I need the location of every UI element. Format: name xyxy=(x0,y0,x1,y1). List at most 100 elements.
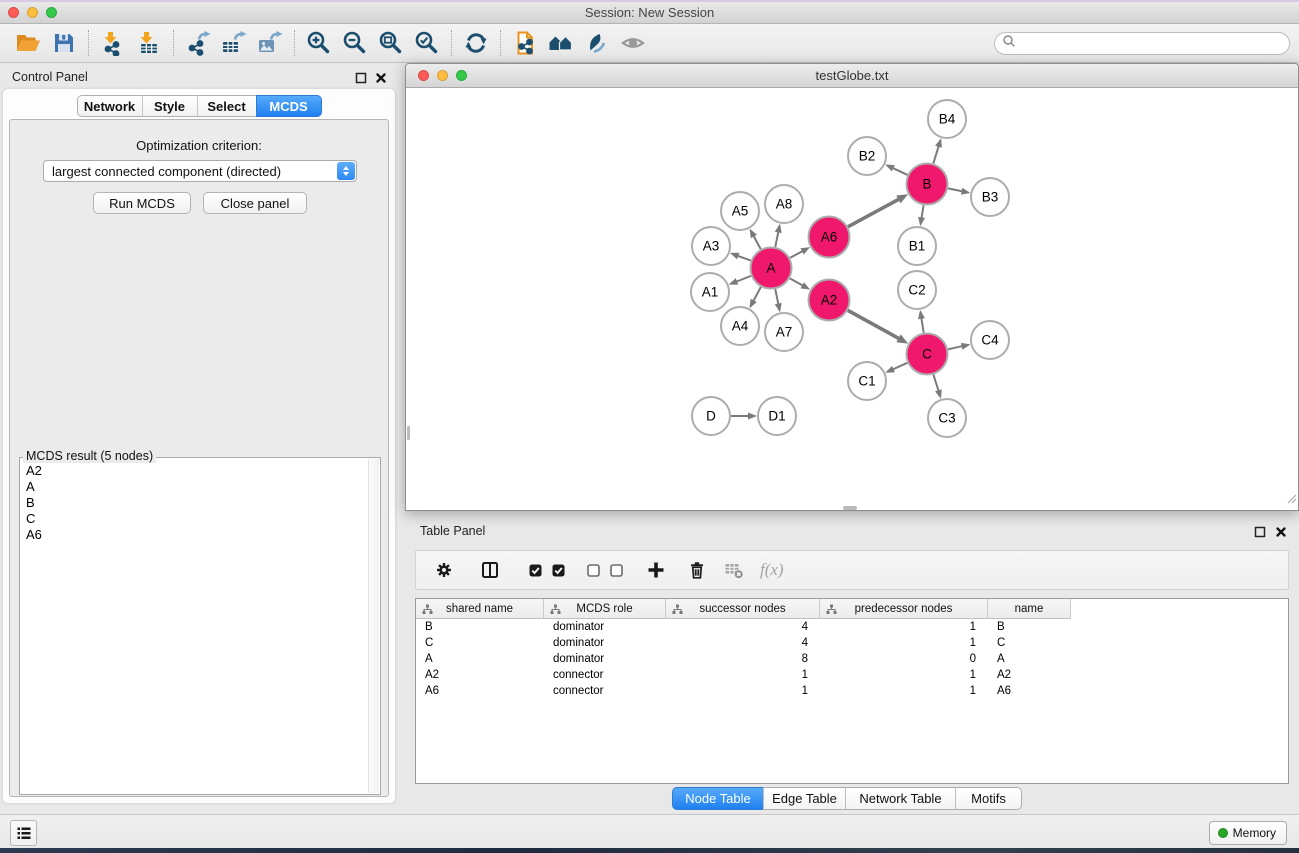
graph-edge-C-C1[interactable] xyxy=(893,363,908,370)
float-panel-icon[interactable] xyxy=(355,71,368,84)
graph-edge-A6-B[interactable] xyxy=(848,199,899,227)
eye-icon[interactable] xyxy=(615,28,651,58)
search-input[interactable] xyxy=(1020,37,1289,51)
graph-edge-B-B2[interactable] xyxy=(892,168,907,175)
check-on-icon[interactable] xyxy=(549,560,569,580)
table-row[interactable]: A2connector11A2 xyxy=(416,667,1288,683)
export-image-icon[interactable] xyxy=(252,28,288,58)
graph-edge-A2-C[interactable] xyxy=(848,310,900,338)
column-header-name[interactable]: name xyxy=(988,599,1071,619)
graph-node-A5[interactable]: A5 xyxy=(721,192,759,230)
graph-node-D1[interactable]: D1 xyxy=(758,397,796,435)
graph-edge-B-B3[interactable] xyxy=(948,188,963,191)
delete-icon[interactable] xyxy=(687,560,707,580)
export-network-icon[interactable] xyxy=(180,28,216,58)
run-mcds-button[interactable]: Run MCDS xyxy=(93,192,191,214)
columns-icon[interactable] xyxy=(480,560,500,580)
open-session-icon[interactable] xyxy=(10,28,46,58)
mcds-result-item[interactable]: C xyxy=(26,511,366,527)
memory-button[interactable]: Memory xyxy=(1209,821,1287,845)
graph-node-C3[interactable]: C3 xyxy=(928,399,966,437)
tab-motifs[interactable]: Motifs xyxy=(955,787,1022,810)
graph-node-A[interactable]: A xyxy=(751,248,792,289)
resize-grip-icon[interactable] xyxy=(1285,491,1297,509)
graph-edge-A-A5[interactable] xyxy=(753,236,760,250)
tab-network-table[interactable]: Network Table xyxy=(845,787,955,810)
tab-style[interactable]: Style xyxy=(142,95,197,117)
check-off-icon[interactable] xyxy=(584,560,604,580)
network-canvas[interactable]: B4B2BB3A8A5A6A3B1AC2A1A2A4A7C4CC1C3DD1 xyxy=(406,88,1298,510)
graph-edge-A-A4[interactable] xyxy=(753,287,761,301)
graph-node-B1[interactable]: B1 xyxy=(898,227,936,265)
graph-edge-C-C4[interactable] xyxy=(948,346,963,349)
close-panel-button[interactable]: Close panel xyxy=(203,192,307,214)
graph-node-A1[interactable]: A1 xyxy=(691,273,729,311)
graph-node-C4[interactable]: C4 xyxy=(971,321,1009,359)
table-row[interactable]: Bdominator41B xyxy=(416,619,1288,635)
tab-network[interactable]: Network xyxy=(77,95,142,117)
table-row[interactable]: Adominator80A xyxy=(416,651,1288,667)
tab-edge-table[interactable]: Edge Table xyxy=(763,787,845,810)
check-off-icon[interactable] xyxy=(607,560,627,580)
horizontal-scrollbar-thumb[interactable] xyxy=(843,506,857,510)
graph-node-A8[interactable]: A8 xyxy=(765,185,803,223)
graphics-details-icon[interactable] xyxy=(579,28,615,58)
graph-edge-A-A6[interactable] xyxy=(790,251,803,258)
mcds-result-item[interactable]: A2 xyxy=(26,463,366,479)
export-table-icon[interactable] xyxy=(216,28,252,58)
save-session-icon[interactable] xyxy=(46,28,82,58)
graph-edge-A-A3[interactable] xyxy=(737,256,751,261)
table-row[interactable]: A6connector11A6 xyxy=(416,683,1288,699)
graph-node-C2[interactable]: C2 xyxy=(898,271,936,309)
criterion-select[interactable]: largest connected component (directed) xyxy=(43,160,357,182)
zoom-selected-icon[interactable] xyxy=(409,28,445,58)
refresh-icon[interactable] xyxy=(458,28,494,58)
graph-edge-A-A7[interactable] xyxy=(775,289,778,304)
close-table-panel-icon[interactable] xyxy=(1275,525,1288,538)
graph-node-B[interactable]: B xyxy=(907,164,948,205)
tab-select[interactable]: Select xyxy=(197,95,256,117)
import-table-icon[interactable] xyxy=(131,28,167,58)
settings-icon[interactable] xyxy=(434,560,454,580)
zoom-in-icon[interactable] xyxy=(301,28,337,58)
float-table-panel-icon[interactable] xyxy=(1254,525,1267,538)
import-network-icon[interactable] xyxy=(95,28,131,58)
graph-edge-A-A1[interactable] xyxy=(736,276,751,282)
search-field[interactable] xyxy=(994,32,1290,55)
check-on-icon[interactable] xyxy=(526,560,546,580)
graph-node-A2[interactable]: A2 xyxy=(809,280,850,321)
mcds-result-item[interactable]: A xyxy=(26,479,366,495)
graph-edge-A-A2[interactable] xyxy=(790,278,803,285)
home-icon[interactable] xyxy=(543,28,579,58)
column-header-shared-name[interactable]: shared name xyxy=(416,599,544,619)
graph-edge-C-C2[interactable] xyxy=(921,318,923,333)
tab-node-table[interactable]: Node Table xyxy=(672,787,763,810)
add-icon[interactable] xyxy=(646,560,666,580)
tab-mcds[interactable]: MCDS xyxy=(256,95,322,117)
task-history-button[interactable] xyxy=(10,820,37,846)
network-from-selection-icon[interactable] xyxy=(507,28,543,58)
close-panel-icon[interactable] xyxy=(375,71,388,84)
result-scrollbar[interactable] xyxy=(368,459,379,793)
graph-node-C[interactable]: C xyxy=(907,334,948,375)
graph-edge-B-B1[interactable] xyxy=(921,205,923,218)
mcds-result-item[interactable]: A6 xyxy=(26,527,366,543)
zoom-out-icon[interactable] xyxy=(337,28,373,58)
column-header-successor-nodes[interactable]: successor nodes xyxy=(666,599,820,619)
graph-edge-B-B4[interactable] xyxy=(933,146,938,164)
graph-node-A7[interactable]: A7 xyxy=(765,313,803,351)
graph-node-B3[interactable]: B3 xyxy=(971,178,1009,216)
graph-node-D[interactable]: D xyxy=(692,397,730,435)
graph-node-C1[interactable]: C1 xyxy=(848,362,886,400)
graph-edge-A-A8[interactable] xyxy=(775,231,778,246)
graph-node-B4[interactable]: B4 xyxy=(928,100,966,138)
graph-node-A3[interactable]: A3 xyxy=(692,227,730,265)
vertical-scrollbar-thumb[interactable] xyxy=(407,426,411,440)
column-header-predecessor-nodes[interactable]: predecessor nodes xyxy=(820,599,988,619)
graph-node-B2[interactable]: B2 xyxy=(848,137,886,175)
zoom-fit-icon[interactable] xyxy=(373,28,409,58)
mcds-result-item[interactable]: B xyxy=(26,495,366,511)
column-header-MCDS-role[interactable]: MCDS role xyxy=(544,599,666,619)
graph-edge-C-C3[interactable] xyxy=(933,375,938,392)
table-row[interactable]: Cdominator41C xyxy=(416,635,1288,651)
